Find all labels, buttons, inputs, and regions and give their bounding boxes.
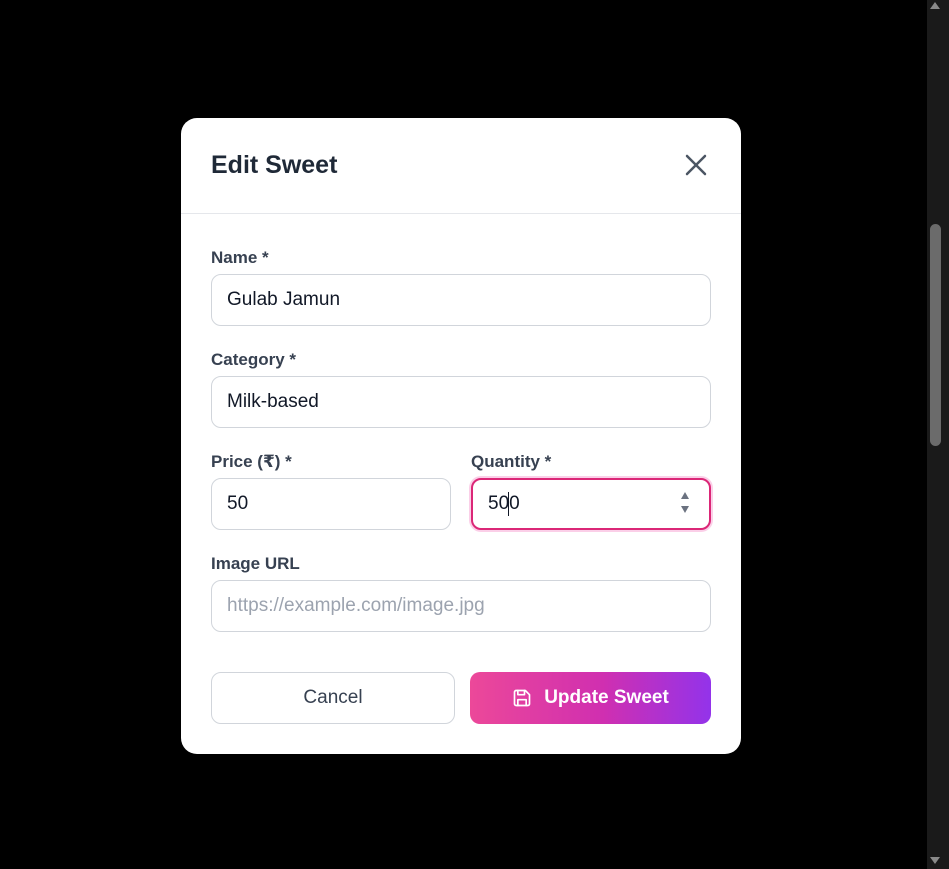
category-label: Category * [211, 350, 297, 369]
scrollbar-thumb[interactable] [930, 224, 941, 446]
edit-sweet-modal: Edit Sweet Name * Category * Price (₹) *… [181, 118, 741, 754]
quantity-input[interactable] [471, 478, 711, 530]
image-url-label: Image URL [211, 554, 300, 573]
category-input[interactable] [211, 376, 711, 428]
quantity-spinner[interactable] [679, 492, 691, 516]
quantity-stepper [471, 478, 711, 530]
save-icon [513, 689, 531, 707]
modal-title: Edit Sweet [211, 151, 338, 179]
update-sweet-button[interactable]: Update Sweet [470, 672, 711, 724]
update-sweet-label: Update Sweet [544, 687, 669, 708]
decrement-arrow-icon[interactable] [681, 506, 689, 513]
price-label: Price (₹) * [211, 452, 292, 471]
modal-header: Edit Sweet [181, 118, 741, 214]
image-url-input[interactable] [211, 580, 711, 632]
scroll-up-arrow-icon[interactable] [930, 2, 940, 9]
increment-arrow-icon[interactable] [681, 492, 689, 499]
cancel-button[interactable]: Cancel [211, 672, 455, 724]
scroll-down-arrow-icon[interactable] [930, 857, 940, 864]
close-button[interactable] [681, 150, 711, 180]
name-label: Name * [211, 248, 269, 267]
name-input[interactable] [211, 274, 711, 326]
close-icon [685, 154, 707, 176]
quantity-label: Quantity * [471, 452, 552, 471]
price-input[interactable] [211, 478, 451, 530]
text-caret [508, 492, 509, 516]
